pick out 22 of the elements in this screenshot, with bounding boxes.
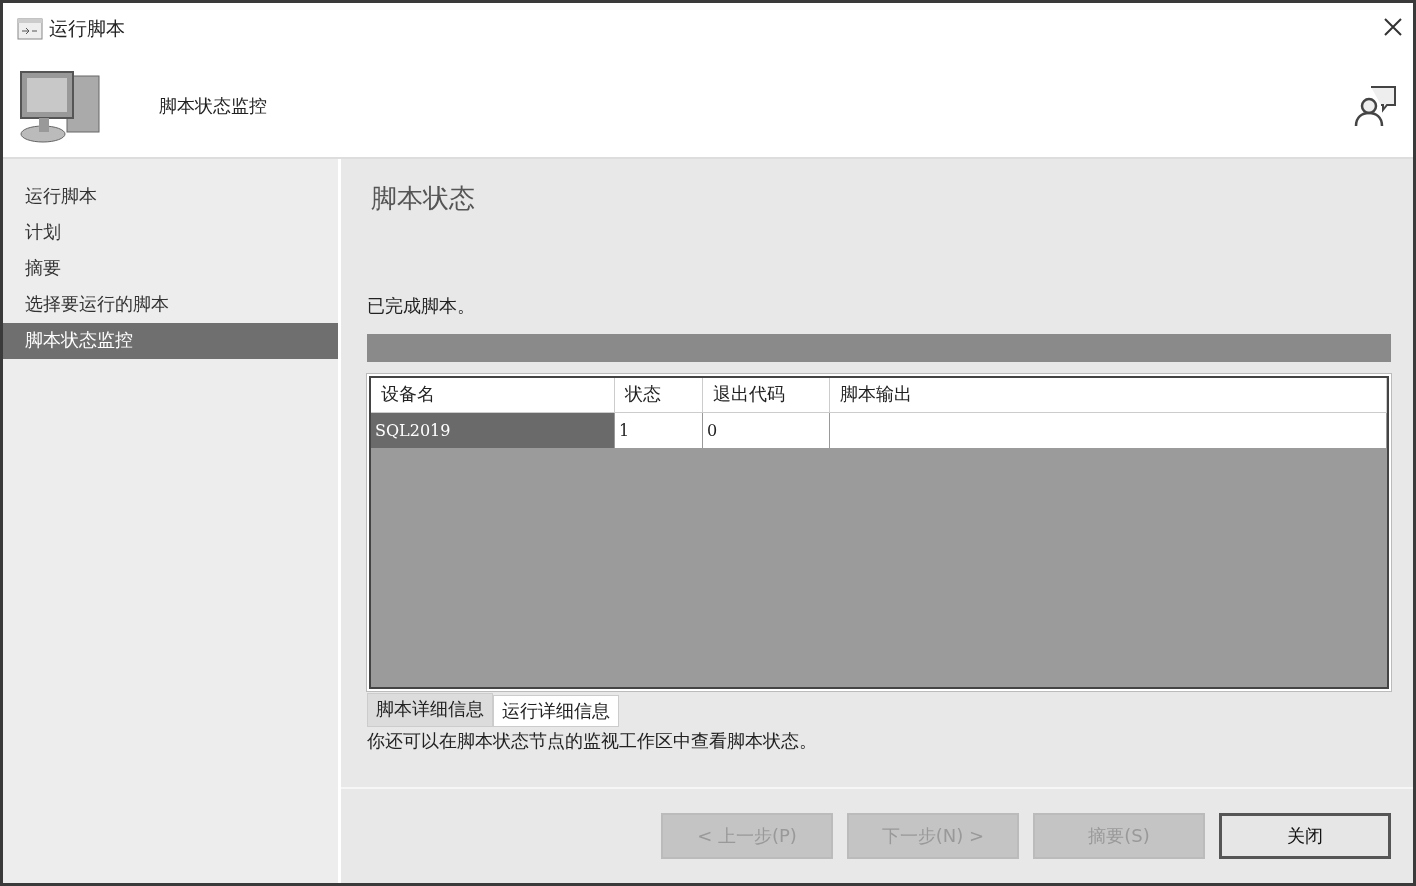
sidebar-item[interactable]: 计划 <box>3 215 338 251</box>
column-header[interactable]: 脚本输出 <box>830 378 1387 413</box>
wizard-button[interactable]: 关闭 <box>1219 813 1391 859</box>
user-chat-icon[interactable] <box>1353 84 1399 128</box>
column-header[interactable]: 退出代码 <box>703 378 830 413</box>
sidebar-item[interactable]: 运行脚本 <box>3 179 338 215</box>
page-heading: 脚本状态监控 <box>159 94 268 118</box>
sidebar-item[interactable]: 选择要运行的脚本 <box>3 287 338 323</box>
section-title: 脚本状态 <box>371 182 476 215</box>
table-cell: 1 <box>615 413 703 448</box>
window-title: 运行脚本 <box>49 16 125 41</box>
column-header[interactable]: 状态 <box>615 378 703 413</box>
window-icon <box>17 18 43 40</box>
sidebar-item[interactable]: 摘要 <box>3 251 338 287</box>
sidebar-item[interactable]: 脚本状态监控 <box>3 323 338 359</box>
column-header[interactable]: 设备名 <box>371 378 615 413</box>
tab[interactable]: 脚本详细信息 <box>367 693 493 727</box>
table-cell: 0 <box>703 413 830 448</box>
tab[interactable]: 运行详细信息 <box>493 695 619 727</box>
table-cell: SQL2019 <box>371 413 615 448</box>
status-text: 已完成脚本。 <box>367 294 476 318</box>
hint-text: 你还可以在脚本状态节点的监视工作区中查看脚本状态。 <box>367 729 818 753</box>
